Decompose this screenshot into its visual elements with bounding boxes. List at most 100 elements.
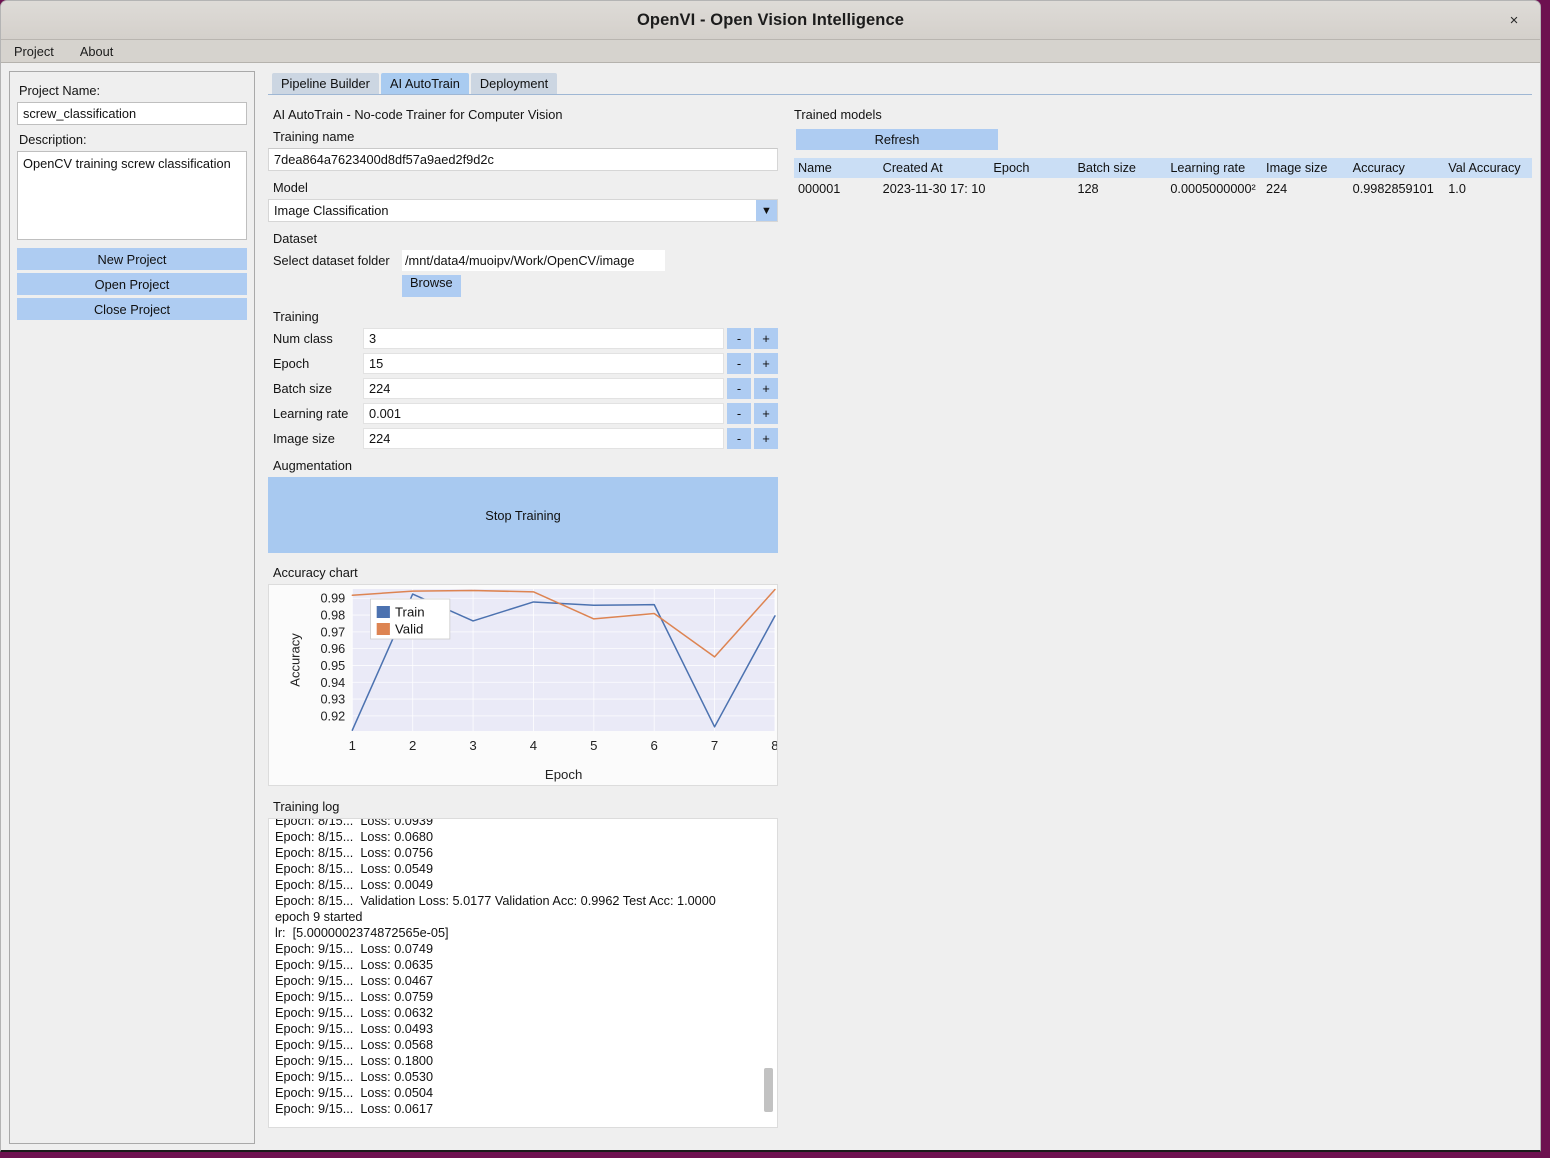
svg-text:2: 2 bbox=[409, 738, 416, 753]
cell-accuracy: 0.9982859101 bbox=[1348, 178, 1445, 199]
svg-text:Epoch: Epoch bbox=[545, 767, 582, 782]
svg-text:0.99: 0.99 bbox=[320, 592, 345, 606]
param-row-learning-rate: Learning rate - + bbox=[268, 403, 778, 424]
cell-image-size: 224 bbox=[1262, 178, 1349, 199]
model-label: Model bbox=[273, 180, 308, 195]
tab-pipeline-builder[interactable]: Pipeline Builder bbox=[272, 73, 379, 94]
description-label: Description: bbox=[19, 132, 87, 147]
training-log-panel[interactable]: Epoch: 8/15... Loss: 0.0939 Epoch: 8/15.… bbox=[268, 818, 778, 1128]
learning-rate-input[interactable] bbox=[363, 403, 724, 424]
stop-training-button[interactable]: Stop Training bbox=[268, 477, 778, 553]
column-val-accuracy[interactable]: Val Accuracy bbox=[1444, 158, 1532, 178]
open-project-button[interactable]: Open Project bbox=[17, 273, 247, 295]
application-window: OpenVI - Open Vision Intelligence × Proj… bbox=[0, 0, 1541, 1152]
learning-rate-increment-button[interactable]: + bbox=[754, 403, 778, 424]
column-created-at[interactable]: Created At bbox=[878, 158, 990, 178]
autotrain-heading: AI AutoTrain - No-code Trainer for Compu… bbox=[273, 107, 563, 122]
epoch-increment-button[interactable]: + bbox=[754, 353, 778, 374]
training-log-label: Training log bbox=[273, 799, 340, 814]
learning-rate-decrement-button[interactable]: - bbox=[727, 403, 751, 424]
table-body: 000001 2023-11-30 17: 10 128 0.000500000… bbox=[794, 178, 1532, 199]
image-size-increment-button[interactable]: + bbox=[754, 428, 778, 449]
new-project-button[interactable]: New Project bbox=[17, 248, 247, 270]
trained-models-panel: Trained models Refresh Name Created At E… bbox=[778, 107, 1532, 1144]
browse-row: Browse bbox=[268, 275, 778, 297]
param-row-image-size: Image size - + bbox=[268, 428, 778, 449]
param-row-epoch: Epoch - + bbox=[268, 353, 778, 374]
accuracy-chart-svg: 0.92 0.93 0.94 0.95 0.96 0.97 0.98 0.99 1 2 3 4 5 6 7 8… bbox=[287, 588, 777, 782]
accuracy-chart-label: Accuracy chart bbox=[273, 565, 358, 580]
image-size-input[interactable] bbox=[363, 428, 724, 449]
epoch-input[interactable] bbox=[363, 353, 724, 374]
trained-models-table: Name Created At Epoch Batch size Learnin… bbox=[794, 158, 1532, 199]
svg-text:6: 6 bbox=[651, 738, 658, 753]
column-learning-rate[interactable]: Learning rate bbox=[1166, 158, 1263, 178]
svg-text:4: 4 bbox=[530, 738, 537, 753]
accuracy-chart: 0.92 0.93 0.94 0.95 0.96 0.97 0.98 0.99 1 2 3 4 5 6 7 8… bbox=[268, 584, 778, 786]
column-image-size[interactable]: Image size bbox=[1262, 158, 1349, 178]
cell-created-at: 2023-11-30 17: 10 bbox=[878, 178, 990, 199]
batch-size-decrement-button[interactable]: - bbox=[727, 378, 751, 399]
svg-text:0.93: 0.93 bbox=[320, 693, 345, 707]
column-accuracy[interactable]: Accuracy bbox=[1348, 158, 1445, 178]
training-log-scrollbar-thumb[interactable] bbox=[764, 1068, 773, 1112]
num-class-decrement-button[interactable]: - bbox=[727, 328, 751, 349]
model-select-value: Image Classification bbox=[274, 203, 389, 218]
cell-batch-size: 128 bbox=[1073, 178, 1167, 199]
num-class-input[interactable] bbox=[363, 328, 724, 349]
param-row-num-class: Num class - + bbox=[268, 328, 778, 349]
table-row[interactable]: 000001 2023-11-30 17: 10 128 0.000500000… bbox=[794, 178, 1532, 199]
column-batch-size[interactable]: Batch size bbox=[1073, 158, 1167, 178]
batch-size-increment-button[interactable]: + bbox=[754, 378, 778, 399]
panes: AI AutoTrain - No-code Trainer for Compu… bbox=[268, 95, 1532, 1144]
augmentation-label: Augmentation bbox=[273, 458, 352, 473]
column-epoch[interactable]: Epoch bbox=[989, 158, 1074, 178]
description-textarea[interactable]: OpenCV training screw classification bbox=[17, 151, 247, 240]
svg-text:8: 8 bbox=[771, 738, 777, 753]
tabbar: Pipeline Builder AI AutoTrain Deployment bbox=[268, 71, 1532, 95]
learning-rate-label: Learning rate bbox=[273, 406, 349, 421]
svg-text:0.95: 0.95 bbox=[320, 659, 345, 673]
training-log-scrollbar[interactable] bbox=[762, 821, 775, 1125]
image-size-decrement-button[interactable]: - bbox=[727, 428, 751, 449]
tab-ai-autotrain[interactable]: AI AutoTrain bbox=[380, 73, 469, 94]
close-icon[interactable]: × bbox=[1504, 10, 1524, 30]
menu-item-project[interactable]: Project bbox=[12, 43, 56, 60]
menubar: Project About bbox=[1, 40, 1540, 63]
num-class-increment-button[interactable]: + bbox=[754, 328, 778, 349]
window-content: Project Name: Description: OpenCV traini… bbox=[1, 63, 1540, 1150]
menu-item-about[interactable]: About bbox=[78, 43, 115, 60]
window-title: OpenVI - Open Vision Intelligence bbox=[636, 10, 905, 29]
window-titlebar: OpenVI - Open Vision Intelligence × bbox=[1, 1, 1540, 40]
trained-models-title: Trained models bbox=[794, 107, 882, 122]
autotrain-form: AI AutoTrain - No-code Trainer for Compu… bbox=[268, 107, 778, 1144]
tab-deployment[interactable]: Deployment bbox=[470, 73, 558, 94]
training-name-input[interactable] bbox=[268, 148, 778, 171]
epoch-decrement-button[interactable]: - bbox=[727, 353, 751, 374]
dataset-folder-input[interactable] bbox=[402, 250, 665, 271]
svg-text:0.94: 0.94 bbox=[320, 676, 345, 690]
epoch-label: Epoch bbox=[273, 356, 310, 371]
project-name-input[interactable] bbox=[17, 102, 247, 125]
svg-text:7: 7 bbox=[711, 738, 718, 753]
svg-text:Accuracy: Accuracy bbox=[287, 633, 302, 687]
dataset-folder-label: Select dataset folder bbox=[273, 253, 390, 268]
svg-text:0.92: 0.92 bbox=[320, 709, 345, 723]
browse-button[interactable]: Browse bbox=[402, 275, 461, 297]
table-header-row: Name Created At Epoch Batch size Learnin… bbox=[794, 158, 1532, 178]
main-area: Pipeline Builder AI AutoTrain Deployment… bbox=[255, 71, 1532, 1144]
project-sidebar: Project Name: Description: OpenCV traini… bbox=[9, 71, 255, 1144]
close-project-button[interactable]: Close Project bbox=[17, 298, 247, 320]
refresh-button[interactable]: Refresh bbox=[796, 129, 998, 150]
training-log-text: Epoch: 8/15... Loss: 0.0939 Epoch: 8/15.… bbox=[275, 818, 716, 1116]
column-name[interactable]: Name bbox=[794, 158, 879, 178]
model-select[interactable]: Image Classification ▼ bbox=[268, 199, 778, 222]
batch-size-input[interactable] bbox=[363, 378, 724, 399]
svg-text:Train: Train bbox=[395, 605, 425, 620]
cell-learning-rate: 0.0005000000² bbox=[1166, 178, 1263, 199]
chevron-down-icon[interactable]: ▼ bbox=[756, 200, 777, 221]
cell-epoch bbox=[989, 178, 1074, 199]
cell-val-accuracy: 1.0 bbox=[1444, 178, 1532, 199]
batch-size-label: Batch size bbox=[273, 381, 333, 396]
cell-name: 000001 bbox=[794, 178, 879, 199]
